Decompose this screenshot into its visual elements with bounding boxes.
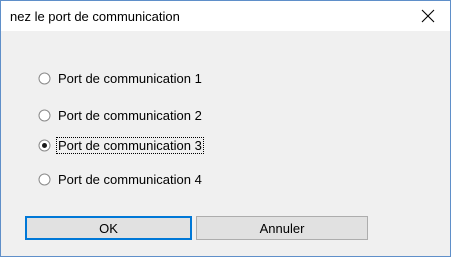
radio-label-port-4[interactable]: Port de communication 4 <box>57 172 203 187</box>
dialog-content: Port de communication 1 Port de communic… <box>1 31 450 256</box>
radio-label-port-3[interactable]: Port de communication 3 <box>56 136 204 154</box>
ok-button[interactable]: OK <box>25 216 192 240</box>
radio-button-port-4[interactable] <box>38 173 51 186</box>
radio-label-port-2[interactable]: Port de communication 2 <box>57 108 203 123</box>
radio-button-port-1[interactable] <box>38 72 51 85</box>
option-port-2[interactable]: Port de communication 2 <box>38 105 203 125</box>
cancel-button[interactable]: Annuler <box>196 216 368 240</box>
dialog-window: nez le port de communication Port de com… <box>0 0 451 257</box>
option-port-4[interactable]: Port de communication 4 <box>38 169 203 189</box>
option-port-1[interactable]: Port de communication 1 <box>38 68 203 88</box>
option-port-3[interactable]: Port de communication 3 <box>38 135 204 155</box>
title-bar: nez le port de communication <box>1 1 450 31</box>
close-icon <box>421 9 435 23</box>
radio-button-port-3[interactable] <box>38 139 51 152</box>
dialog-title: nez le port de communication <box>10 9 180 24</box>
radio-button-port-2[interactable] <box>38 109 51 122</box>
radio-label-port-1[interactable]: Port de communication 1 <box>57 71 203 86</box>
radio-selected-dot <box>42 142 47 148</box>
close-button[interactable] <box>406 1 450 31</box>
